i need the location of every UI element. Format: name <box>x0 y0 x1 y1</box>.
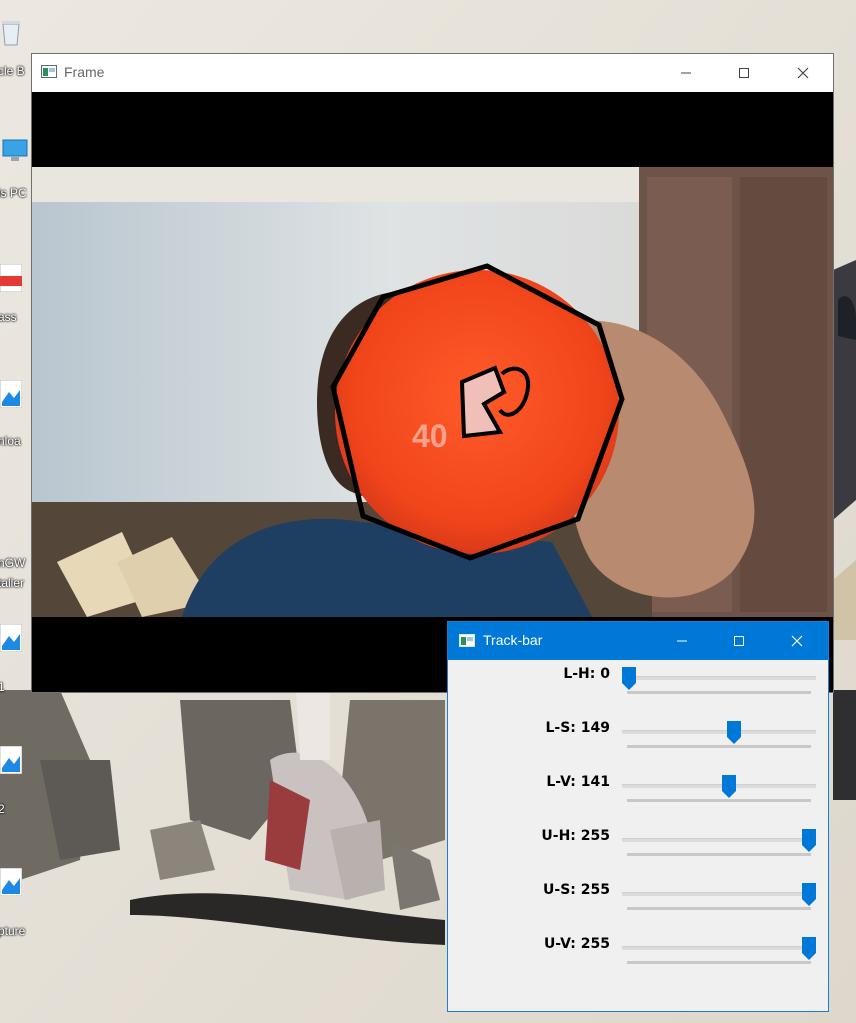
trackbar-u-h[interactable]: U-H: 255 <box>448 828 828 882</box>
image-file-icon <box>0 380 22 408</box>
frame-titlebar[interactable]: Frame <box>32 54 833 92</box>
slider-range-line <box>627 691 811 694</box>
trackbar-u-s[interactable]: U-S: 255 <box>448 882 828 936</box>
desktop-icon-download[interactable]: nloa <box>0 380 34 452</box>
trackbar-l-s[interactable]: L-S: 149 <box>448 720 828 774</box>
desktop-icon-label: 1 <box>0 680 5 694</box>
minimize-icon <box>677 640 687 642</box>
frame-window[interactable]: Frame 40 <box>31 53 834 693</box>
slider-thumb[interactable] <box>721 775 736 798</box>
slider-range-line <box>627 853 811 856</box>
maximize-button[interactable] <box>716 622 762 660</box>
maximize-icon <box>734 636 744 646</box>
trackbar-titlebar[interactable]: Track-bar <box>448 622 828 660</box>
close-icon <box>797 67 809 79</box>
desktop-icon-this-pc[interactable]: is PC <box>0 130 34 202</box>
image-file-icon <box>0 746 22 774</box>
slider-thumb[interactable] <box>802 937 816 960</box>
slider-range-line <box>627 961 811 964</box>
slider-track[interactable] <box>622 946 816 950</box>
frame-window-title: Frame <box>64 64 105 80</box>
slider-track[interactable] <box>622 730 816 734</box>
pdf-file-icon <box>0 264 22 292</box>
slider-thumb[interactable] <box>727 721 742 744</box>
trackbar-label: U-H: 255 <box>541 828 610 844</box>
trackbar-label: U-V: 255 <box>543 936 610 952</box>
desktop-icon-label: pture <box>0 924 26 938</box>
trackbar-u-v[interactable]: U-V: 255 <box>448 936 828 990</box>
recycle-bin-icon <box>2 21 20 46</box>
slider-thumb[interactable] <box>802 883 816 906</box>
close-button[interactable] <box>774 622 820 660</box>
opencv-window-icon <box>459 634 475 647</box>
minimize-icon <box>681 72 691 74</box>
slider-track[interactable] <box>622 892 816 896</box>
desktop-icon-capture[interactable]: pture <box>0 866 34 946</box>
slider-track[interactable] <box>622 838 816 842</box>
trackbar-label: L-V: 141 <box>546 774 610 790</box>
slider-thumb[interactable] <box>622 667 636 690</box>
desktop-icon-image-1[interactable]: 1 <box>0 622 34 694</box>
trackbar-window-title: Track-bar <box>483 632 543 648</box>
slider-thumb[interactable] <box>802 829 816 852</box>
close-button[interactable] <box>780 54 826 92</box>
trackbar-label: L-S: 149 <box>545 720 610 736</box>
desktop-icon-label: cle B <box>0 64 25 78</box>
desktop-icon-label: taller <box>0 576 25 590</box>
trackbar-label: L-H: 0 <box>563 666 610 682</box>
camera-frame: 40 <box>32 92 833 692</box>
image-file-icon <box>0 868 22 896</box>
slider-track[interactable] <box>622 676 816 680</box>
trackbar-label: U-S: 255 <box>543 882 610 898</box>
trackbar-l-h[interactable]: L-H: 0 <box>448 666 828 720</box>
trackbar-window[interactable]: Track-bar L-H: 0 L-S: 149 L-V: 141 U-H: 255… <box>447 621 829 1012</box>
desktop-icon-recycle-bin[interactable]: cle B <box>0 8 34 80</box>
minimize-button[interactable] <box>659 622 705 660</box>
desktop-icon-mingw-installer[interactable]: nGW taller <box>0 500 34 590</box>
desktop-icon-label: nGW <box>0 556 26 570</box>
opencv-window-icon <box>41 65 57 78</box>
desktop-icon-label: nloa <box>0 434 21 448</box>
desktop-icon-image-2[interactable]: 2 <box>0 744 34 816</box>
slider-range-line <box>627 745 811 748</box>
desktop-icon-label: 2 <box>0 802 5 816</box>
maximize-button[interactable] <box>721 54 767 92</box>
slider-track[interactable] <box>622 784 816 788</box>
close-icon <box>791 635 803 647</box>
computer-icon <box>2 139 28 161</box>
slider-range-line <box>627 799 811 802</box>
desktop-icon-pdf-file[interactable]: ass <box>0 262 34 334</box>
trackbar-l-v[interactable]: L-V: 141 <box>448 774 828 828</box>
slider-range-line <box>627 907 811 910</box>
desktop-icon-label: ass <box>0 310 17 324</box>
minimize-button[interactable] <box>663 54 709 92</box>
desktop-icon-label: is PC <box>0 186 27 200</box>
maximize-icon <box>739 68 749 78</box>
image-file-icon <box>0 624 22 652</box>
ball-print-text: 40 <box>412 418 448 454</box>
